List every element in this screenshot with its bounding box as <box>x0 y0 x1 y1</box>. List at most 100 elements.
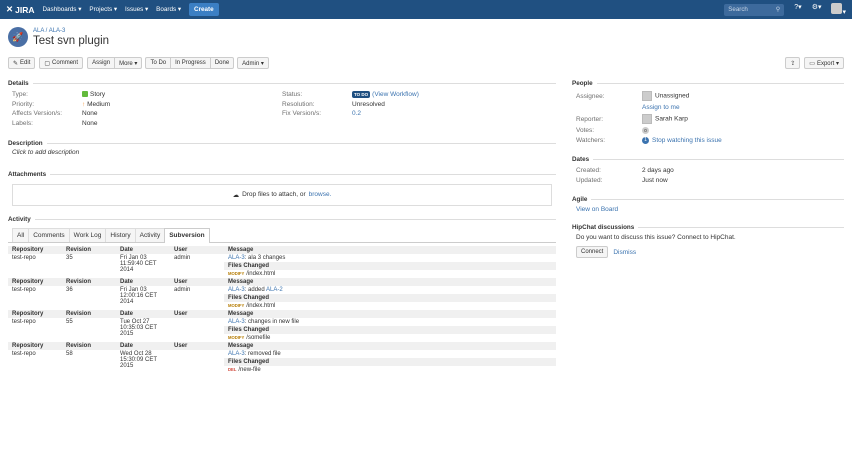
nav-dashboards[interactable]: Dashboards ▾ <box>43 6 82 13</box>
gear-icon[interactable]: ⚙▾ <box>812 3 822 16</box>
details-heading[interactable]: Details <box>8 80 556 87</box>
help-icon[interactable]: ?▾ <box>794 3 801 16</box>
priority-value[interactable]: ↑ Medium <box>82 101 282 108</box>
tab-subversion[interactable]: Subversion <box>164 227 210 243</box>
issue-toolbar: ✎ Edit ▢ Comment Assign More ▾ To Do In Pr… <box>0 51 852 75</box>
col-header-date: Date <box>116 309 170 318</box>
view-workflow-link[interactable]: (View Workflow) <box>372 91 419 98</box>
assign-button[interactable]: Assign <box>87 57 116 69</box>
export-button[interactable]: ▭ Export ▾ <box>804 57 844 69</box>
search-icon: ⚲ <box>775 6 781 13</box>
labels-value[interactable]: None <box>82 120 282 127</box>
tab-all[interactable]: All <box>12 227 30 242</box>
connect-button[interactable]: Connect <box>576 246 609 259</box>
description-heading[interactable]: Description <box>8 140 556 147</box>
fix-version-link[interactable]: 0.2 <box>352 110 502 117</box>
watchers-count-icon: 1 <box>642 137 649 145</box>
col-header-revision: Revision <box>62 341 116 350</box>
col-header-user: User <box>170 245 224 254</box>
dates-heading[interactable]: Dates <box>572 156 844 163</box>
details-grid: Type: Story Status: TO DO (View Workflow)… <box>8 91 556 127</box>
activity-tabs: All Comments Work Log History Activity S… <box>8 227 556 243</box>
top-navigation-bar: ✕ JIRA Dashboards ▾ Projects ▾ Issues ▾ B… <box>0 0 852 19</box>
comment-button[interactable]: ▢ Comment <box>39 57 84 69</box>
commit-issue-link-2[interactable]: ALA-2 <box>266 287 283 293</box>
votes-count[interactable]: 0 <box>642 127 649 134</box>
user-cell: admin <box>174 286 191 293</box>
agile-heading[interactable]: Agile <box>572 196 844 203</box>
revision-cell: 36 <box>66 286 73 293</box>
message-cell: ALA-3: ala 3 changes <box>228 254 286 261</box>
svn-header-row: Repository Revision Date User Message <box>8 309 556 318</box>
message-cell: ALA-3: added ALA-2 <box>228 286 283 293</box>
watch-link[interactable]: 1 Stop watching this issue <box>642 137 782 144</box>
more-button[interactable]: More ▾ <box>114 57 143 69</box>
search-input[interactable]: Search ⚲ <box>724 3 785 16</box>
breadcrumb-project[interactable]: ALA <box>33 28 44 34</box>
todo-button[interactable]: To Do <box>145 57 172 69</box>
svn-header-row: Repository Revision Date User Message <box>8 277 556 286</box>
col-header-repository: Repository <box>8 245 62 254</box>
date-cell: Tue Oct 27 10:35:03 CET 2015 <box>120 318 158 337</box>
reporter-value[interactable]: Sarah Karp <box>642 114 782 124</box>
hipchat-heading[interactable]: HipChat discussions <box>572 224 844 231</box>
share-button[interactable]: ⇪ <box>785 57 801 69</box>
user-avatar-menu[interactable]: ▾ <box>831 3 846 16</box>
repo-cell: test-repo <box>12 254 36 261</box>
project-avatar[interactable]: 🚀 <box>8 27 28 47</box>
revision-cell: 55 <box>66 318 73 325</box>
commit-issue-link[interactable]: ALA-3 <box>228 351 245 357</box>
col-header-revision: Revision <box>62 277 116 286</box>
changed-file: MODIFY/index.html <box>228 302 276 309</box>
col-header-date: Date <box>116 341 170 350</box>
breadcrumb-issue-key[interactable]: ALA-3 <box>49 28 66 34</box>
revision-cell: 58 <box>66 350 73 357</box>
tab-work-log[interactable]: Work Log <box>68 227 107 242</box>
col-header-user: User <box>170 341 224 350</box>
edit-button[interactable]: ✎ Edit <box>8 57 36 69</box>
commit-issue-link[interactable]: ALA-3 <box>228 255 245 261</box>
tab-comments[interactable]: Comments <box>28 227 70 242</box>
col-header-revision: Revision <box>62 309 116 318</box>
jira-logo[interactable]: ✕ JIRA <box>6 4 35 15</box>
affects-version-value[interactable]: None <box>82 110 282 117</box>
changed-file: MODIFY/somefile <box>228 334 271 341</box>
assignee-avatar <box>642 91 652 101</box>
commit-issue-link[interactable]: ALA-3 <box>228 319 245 325</box>
attachments-heading[interactable]: Attachments <box>8 171 556 178</box>
tab-history[interactable]: History <box>105 227 136 242</box>
create-button[interactable]: Create <box>189 3 219 16</box>
nav-projects[interactable]: Projects ▾ <box>89 6 117 13</box>
commit-issue-link[interactable]: ALA-3 <box>228 287 245 293</box>
in-progress-button[interactable]: In Progress <box>170 57 211 69</box>
nav-issues[interactable]: Issues ▾ <box>125 6 148 13</box>
col-header-repository: Repository <box>8 309 62 318</box>
people-heading[interactable]: People <box>572 80 844 87</box>
dismiss-link[interactable]: Dismiss <box>613 249 636 256</box>
svn-commit-row: test-repo 58 Wed Oct 28 15:30:09 CET 2015 ALA… <box>8 350 556 369</box>
date-cell: Wed Oct 28 15:30:09 CET 2015 <box>120 350 158 369</box>
description-field[interactable]: Click to add description <box>8 147 556 158</box>
activity-heading[interactable]: Activity <box>8 216 556 223</box>
reporter-avatar <box>642 114 652 124</box>
tab-activity[interactable]: Activity <box>134 227 166 242</box>
col-header-revision: Revision <box>62 245 116 254</box>
resolution-value: Unresolved <box>352 100 385 108</box>
issue-title[interactable]: Test svn plugin <box>33 35 109 47</box>
repo-cell: test-repo <box>12 350 36 357</box>
attachment-dropzone[interactable]: ☁ Drop files to attach, or browse. <box>12 183 552 206</box>
dates-grid: Created: 2 days ago Updated: Just now <box>572 167 844 184</box>
done-button[interactable]: Done <box>209 57 235 69</box>
nav-boards[interactable]: Boards ▾ <box>156 6 181 13</box>
date-cell: Fri Jan 03 11:59:40 CET 2014 <box>120 254 157 273</box>
assign-to-me-link[interactable]: Assign to me <box>642 104 782 111</box>
col-header-repository: Repository <box>8 341 62 350</box>
browse-link[interactable]: browse. <box>309 191 332 198</box>
view-on-board-link[interactable]: View on Board <box>576 206 618 213</box>
user-cell: admin <box>174 254 191 261</box>
user-cell <box>170 350 224 374</box>
admin-button[interactable]: Admin ▾ <box>237 57 269 69</box>
col-header-user: User <box>170 277 224 286</box>
user-cell <box>170 318 224 342</box>
updated-value: Just now <box>642 177 668 185</box>
